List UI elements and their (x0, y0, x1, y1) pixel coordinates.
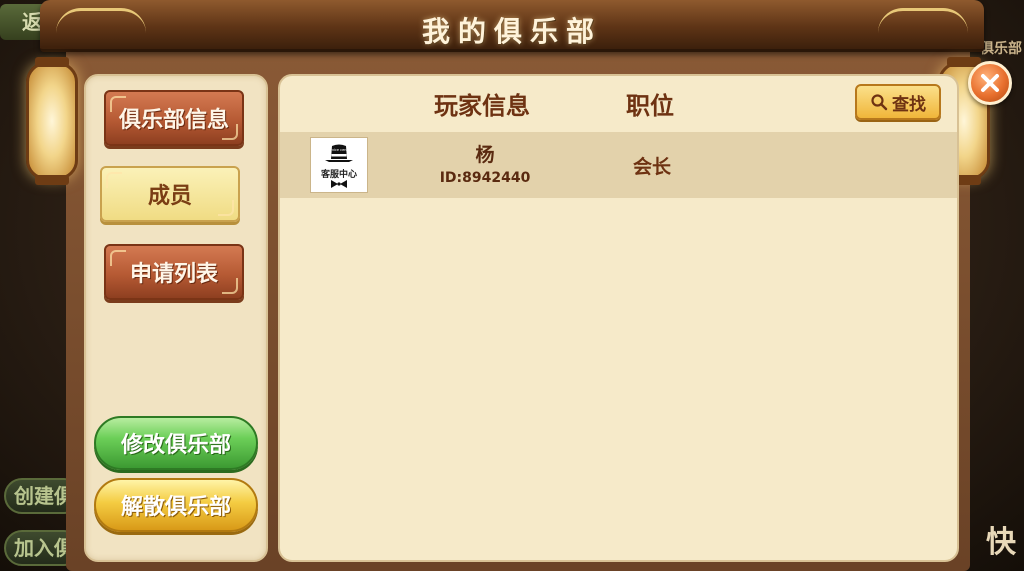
modify-club-button[interactable]: 修改俱乐部 (94, 416, 258, 470)
search-button[interactable]: 查找 (855, 84, 941, 120)
tab-application-list[interactable]: 申请列表 (104, 244, 244, 300)
sidebar: 俱乐部信息 成员 申请列表 修改俱乐部 解散俱乐部 (84, 74, 268, 562)
tab-club-info[interactable]: 俱乐部信息 (104, 90, 244, 146)
search-label: 查找 (892, 94, 926, 115)
background-club-label: 俱乐部 (980, 41, 1022, 57)
hat-icon: service center (325, 144, 353, 162)
title-bar: 我的俱乐部 (40, 0, 984, 52)
close-button[interactable] (968, 61, 1012, 105)
member-list-panel: 玩家信息 职位 查找 service center 客服中心 杨 ID:8942… (278, 74, 959, 562)
player-role: 会长 (632, 156, 671, 178)
search-icon (870, 93, 888, 111)
tab-members[interactable]: 成员 (100, 166, 240, 222)
player-name: 杨 (475, 144, 495, 166)
bowtie-icon (331, 180, 347, 188)
background-quick-label: 快 (986, 525, 1016, 560)
avatar-label: 客服中心 (320, 170, 357, 180)
column-header-player-info: 玩家信息 (434, 92, 530, 120)
lantern-left-icon (26, 57, 78, 185)
column-header-position: 职位 (626, 92, 674, 120)
player-id: ID:8942440 (439, 170, 531, 186)
dissolve-club-button[interactable]: 解散俱乐部 (94, 478, 258, 532)
close-icon (981, 74, 999, 92)
dialog-title: 我的俱乐部 (421, 15, 602, 48)
avatar: service center 客服中心 (310, 137, 368, 193)
table-row[interactable]: service center 客服中心 杨 ID:8942440 会长 (280, 132, 957, 198)
svg-text:service center: service center (327, 148, 352, 152)
